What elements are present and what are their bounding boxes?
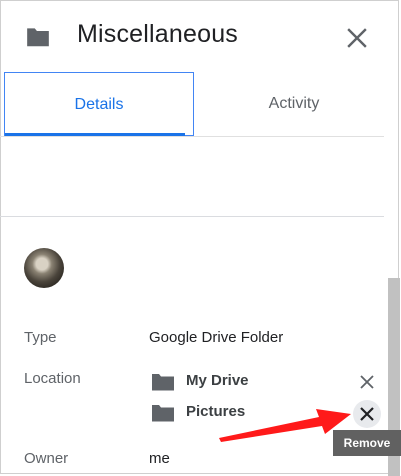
folder-icon: [150, 372, 176, 397]
tab-details-label: Details: [74, 96, 124, 113]
close-icon: [347, 28, 367, 48]
close-icon: [360, 375, 374, 389]
type-value: Google Drive Folder: [149, 329, 284, 346]
remove-location-button[interactable]: [353, 400, 381, 428]
red-arrow: [219, 409, 351, 442]
close-button[interactable]: [343, 24, 371, 52]
close-icon: [360, 407, 374, 421]
location-label: Location: [24, 370, 81, 387]
location-name: My Drive: [186, 372, 249, 389]
tab-activity[interactable]: Activity: [194, 72, 394, 136]
folder-icon: [150, 403, 176, 428]
remove-location-button[interactable]: [359, 374, 375, 390]
page-title: Miscellaneous: [77, 20, 239, 48]
owner-value: me: [149, 450, 170, 467]
panel-header: Miscellaneous: [0, 0, 401, 72]
tab-details[interactable]: Details: [4, 72, 194, 136]
tab-activity-label: Activity: [268, 95, 320, 112]
owner-label: Owner: [24, 450, 69, 467]
tab-bar: Details Activity: [0, 72, 384, 136]
folder-icon: [25, 26, 51, 53]
section-divider: [0, 216, 384, 217]
avatar: [24, 248, 64, 288]
tabs-divider: [0, 136, 384, 137]
type-label: Type: [24, 329, 57, 346]
